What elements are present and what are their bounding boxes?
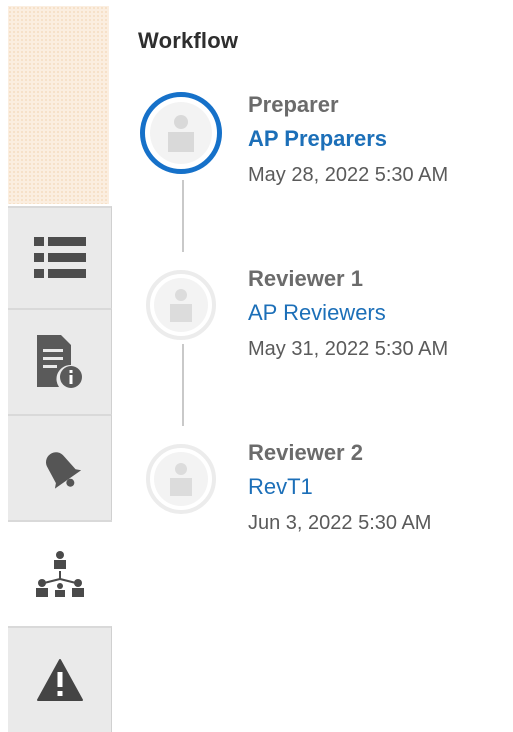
tab-list[interactable] [8, 206, 112, 308]
step-role: Reviewer 2 [248, 440, 363, 465]
step-assignee-link[interactable]: AP Preparers [248, 122, 448, 156]
workflow-step-reviewer-2: Reviewer 2 RevT1 Jun 3, 2022 5:30 AM [136, 426, 513, 538]
tab-details[interactable] [8, 308, 112, 414]
workflow-hierarchy-icon [36, 551, 84, 597]
user-avatar-icon [150, 102, 212, 164]
avatar [136, 88, 228, 180]
avatar [136, 426, 228, 518]
step-assignee-link[interactable]: RevT1 [248, 470, 431, 504]
list-icon [33, 237, 86, 278]
workflow-screen: Workflow Preparer AP Preparers May 28, 2… [0, 0, 513, 732]
panel-title: Workflow [138, 28, 239, 53]
workflow-panel: Workflow Preparer AP Preparers May 28, 2… [112, 0, 513, 732]
bell-icon [45, 452, 81, 489]
warning-icon [36, 659, 83, 701]
side-rail [0, 0, 112, 732]
step-details: Reviewer 2 RevT1 Jun 3, 2022 5:30 AM [248, 438, 431, 538]
step-details: Preparer AP Preparers May 28, 2022 5:30 … [248, 90, 448, 190]
tab-workflow[interactable] [8, 520, 112, 626]
tab-alerts[interactable] [8, 414, 112, 520]
step-details: Reviewer 1 AP Reviewers May 31, 2022 5:3… [248, 264, 448, 364]
document-info-icon [36, 335, 82, 388]
step-role: Reviewer 1 [248, 266, 363, 291]
workflow-step-preparer: Preparer AP Preparers May 28, 2022 5:30 … [136, 88, 513, 188]
tab-warning[interactable] [8, 626, 112, 732]
step-date: Jun 3, 2022 5:30 AM [248, 512, 432, 534]
step-assignee-link[interactable]: AP Reviewers [248, 296, 448, 330]
step-date: May 31, 2022 5:30 AM [248, 338, 449, 360]
step-role: Preparer [248, 92, 339, 117]
workflow-step-reviewer-1: Reviewer 1 AP Reviewers May 31, 2022 5:3… [136, 252, 513, 364]
rail-header-pattern [8, 6, 109, 204]
user-avatar-icon [154, 278, 208, 332]
avatar [136, 252, 228, 344]
user-avatar-icon [154, 452, 208, 506]
step-date: May 28, 2022 5:30 AM [248, 164, 449, 186]
